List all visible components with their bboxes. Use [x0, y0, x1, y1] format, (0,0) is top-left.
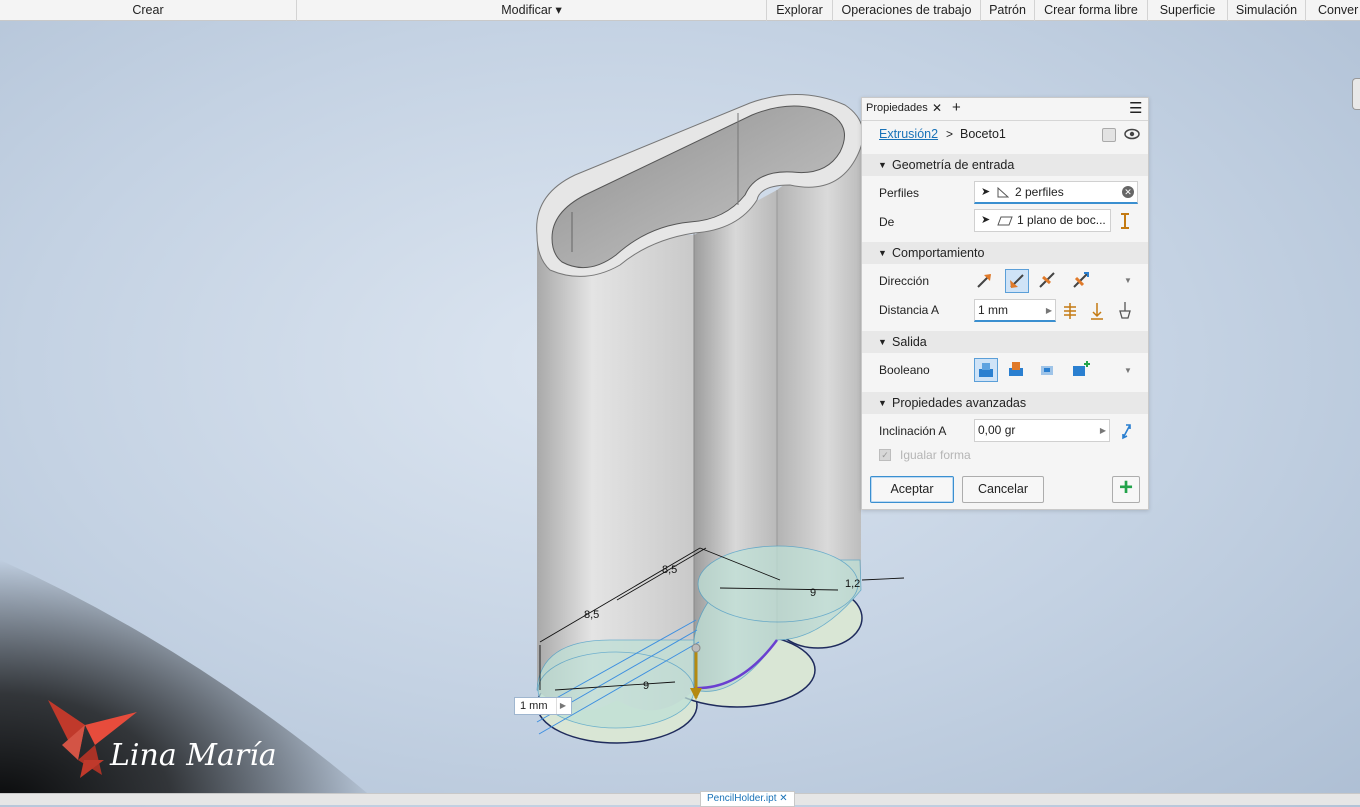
cursor-arrow-icon: ➤ — [981, 186, 991, 198]
ribbon-menu-bar: Crear Modificar ▾ Explorar Operaciones d… — [0, 0, 1360, 21]
canvas-distance-arrow-icon[interactable]: ▶ — [556, 698, 569, 714]
match-shape-checkbox[interactable]: ✓ — [879, 449, 891, 461]
cursor-arrow-icon: ➤ — [981, 214, 991, 226]
section-geometry-label: Geometría de entrada — [892, 158, 1015, 172]
clear-selection-icon[interactable]: ✕ — [1122, 186, 1134, 198]
canvas-distance-input[interactable]: 1 mm ▶ — [514, 697, 572, 715]
close-icon[interactable]: ✕ — [932, 101, 942, 115]
collapse-triangle-icon: ▼ — [878, 160, 887, 170]
direction-symmetric-button[interactable] — [1036, 269, 1060, 293]
breadcrumb-sketch[interactable]: Boceto1 — [960, 127, 1006, 141]
through-all-icon[interactable] — [1117, 301, 1133, 319]
flip-taper-icon[interactable] — [1119, 422, 1133, 440]
from-label: De — [879, 215, 895, 229]
collapse-triangle-icon: ▼ — [878, 398, 887, 408]
profiles-value: 2 perfiles — [1015, 185, 1064, 199]
boolean-cut-button[interactable] — [1005, 358, 1029, 382]
menu-modificar[interactable]: Modificar ▾ — [297, 0, 767, 21]
to-next-icon[interactable] — [1089, 302, 1105, 320]
document-tab-close-icon[interactable]: ✕ — [779, 793, 787, 804]
boolean-new-solid-icon — [1073, 361, 1090, 376]
collapse-triangle-icon: ▼ — [878, 337, 887, 347]
match-shape-label: Igualar forma — [900, 448, 971, 462]
section-behavior-header[interactable]: ▼ Comportamiento — [862, 242, 1148, 264]
menu-explorar[interactable]: Explorar — [767, 0, 833, 21]
direction-default-button[interactable] — [974, 269, 998, 293]
distance-input[interactable]: 1 mm ▶ — [974, 299, 1056, 322]
taper-label: Inclinación A — [879, 424, 947, 438]
direction-asymmetric-icon — [1073, 272, 1089, 288]
panel-header: Propiedades ✕ + ☰ — [862, 98, 1148, 121]
section-behavior-label: Comportamiento — [892, 246, 985, 260]
boolean-join-icon — [979, 363, 993, 377]
distance-mode-icon[interactable] — [1062, 302, 1078, 320]
boolean-join-button[interactable] — [974, 358, 998, 382]
boolean-intersect-icon — [1041, 366, 1053, 375]
direction-default-icon — [977, 274, 991, 288]
direction-dropdown-icon[interactable]: ▼ — [1124, 276, 1132, 285]
profile-shape-icon — [997, 187, 1009, 198]
menu-operaciones-trabajo[interactable]: Operaciones de trabajo — [833, 0, 981, 21]
3d-viewport[interactable]: 8,5 8,5 9 9 1,2 — [0, 21, 1360, 793]
document-tab-pencilholder[interactable]: PencilHolder.ipt ✕ — [700, 791, 795, 807]
breadcrumb-feature[interactable]: Extrusión2 — [879, 127, 938, 141]
dim-1-2[interactable]: 1,2 — [845, 578, 860, 590]
breadcrumb: Extrusión2 > Boceto1 — [862, 120, 1148, 148]
cancel-button[interactable]: Cancelar — [962, 476, 1044, 503]
copy-icon[interactable] — [1102, 128, 1116, 142]
distance-label: Distancia A — [879, 303, 940, 317]
dim-8-5-bottom[interactable]: 8,5 — [584, 609, 599, 621]
panel-tab-label[interactable]: Propiedades — [866, 102, 928, 114]
direction-label: Dirección — [879, 274, 930, 288]
taper-value: 0,00 gr — [978, 423, 1016, 437]
direction-flipped-button[interactable] — [1005, 269, 1029, 293]
section-output-label: Salida — [892, 335, 927, 349]
dim-9-left[interactable]: 9 — [643, 680, 649, 692]
breadcrumb-separator: > — [946, 127, 954, 141]
section-geometry-header[interactable]: ▼ Geometría de entrada — [862, 154, 1148, 176]
menu-superficie[interactable]: Superficie — [1148, 0, 1228, 21]
panel-menu-icon[interactable]: ☰ — [1129, 99, 1142, 117]
boolean-intersect-button[interactable] — [1036, 358, 1060, 382]
section-output-header[interactable]: ▼ Salida — [862, 331, 1148, 353]
direction-asymmetric-button[interactable] — [1070, 269, 1094, 293]
document-tab-bar: PencilHolder.ipt ✕ — [0, 791, 1360, 807]
profiles-label: Perfiles — [879, 186, 920, 200]
add-tab-icon[interactable]: + — [952, 99, 961, 116]
ok-button[interactable]: Aceptar — [870, 476, 954, 503]
properties-panel: Propiedades ✕ + ☰ Extrusión2 > Boceto1 ▼… — [861, 97, 1149, 510]
from-value: 1 plano de boc... — [1017, 213, 1106, 227]
section-advanced-label: Propiedades avanzadas — [892, 396, 1027, 410]
visibility-eye-icon[interactable] — [1124, 128, 1140, 140]
boolean-dropdown-icon[interactable]: ▼ — [1124, 366, 1132, 375]
direction-flipped-icon — [1010, 274, 1024, 288]
document-tab-label: PencilHolder.ipt — [707, 793, 777, 804]
extents-icon[interactable] — [1118, 212, 1132, 230]
boolean-label: Booleano — [879, 363, 930, 377]
distance-expand-icon[interactable]: ▶ — [1046, 300, 1052, 321]
taper-input[interactable]: 0,00 gr ▶ — [974, 419, 1110, 442]
viewcube-edge[interactable] — [1352, 78, 1360, 110]
distance-value: 1 mm — [978, 303, 1008, 317]
menu-convertir[interactable]: Conver — [1306, 0, 1360, 21]
menu-crear-forma-libre[interactable]: Crear forma libre — [1035, 0, 1148, 21]
collapse-triangle-icon: ▼ — [878, 248, 887, 258]
apply-add-button[interactable]: + — [1112, 476, 1140, 503]
boolean-new-solid-button[interactable] — [1070, 358, 1094, 382]
taper-expand-icon[interactable]: ▶ — [1100, 420, 1106, 441]
from-selector[interactable]: ➤ 1 plano de boc... — [974, 209, 1111, 232]
section-advanced-header[interactable]: ▼ Propiedades avanzadas — [862, 392, 1148, 414]
profiles-selector[interactable]: ➤ 2 perfiles ✕ — [974, 181, 1138, 204]
canvas-distance-value: 1 mm — [520, 700, 548, 712]
boolean-cut-icon — [1009, 362, 1023, 376]
menu-patron[interactable]: Patrón — [981, 0, 1035, 21]
menu-simulacion[interactable]: Simulación — [1228, 0, 1306, 21]
menu-crear[interactable]: Crear — [0, 0, 297, 21]
plane-icon — [997, 216, 1013, 226]
direction-symmetric-icon — [1039, 272, 1055, 288]
dim-8-5-top[interactable]: 8,5 — [662, 564, 677, 576]
dim-9-right[interactable]: 9 — [810, 587, 816, 599]
watermark-text: Lina María — [110, 738, 277, 773]
